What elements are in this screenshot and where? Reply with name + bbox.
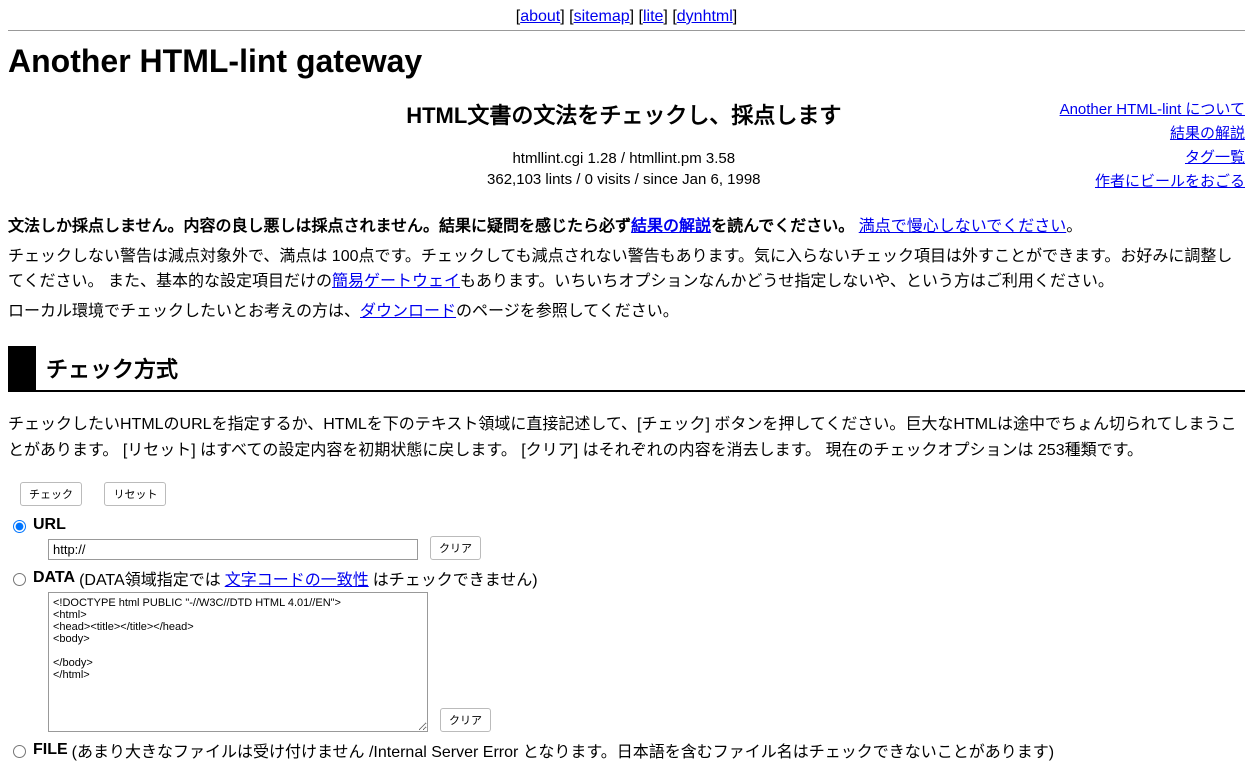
intro-p2b: もあります。いちいちオプションなんかどうせ指定しないや、という方はご利用ください… — [460, 273, 1114, 290]
intro-p3a: ローカル環境でチェックしたいとお考えの方は、 — [8, 303, 360, 320]
mode-data-note-a: (DATA領域指定では — [79, 566, 221, 590]
sidelink-beer[interactable]: 作者にビールをおごる — [1095, 173, 1245, 190]
url-input[interactable] — [48, 539, 418, 560]
intro-p1-link1[interactable]: 結果の解説 — [631, 218, 711, 235]
side-links: Another HTML-lint について 結果の解説 タグ一覧 作者にビール… — [1060, 98, 1245, 194]
intro-p1a: 文法しか採点しません。内容の良し悪しは採点されません。結果に疑問を感じたら必ず — [8, 218, 631, 235]
meta-version: htmllint.cgi 1.28 / htmllint.pm 3.58 — [188, 150, 1060, 167]
top-nav: [about] [sitemap] [lite] [dynhtml] — [8, 8, 1245, 26]
intro-p1b: を読んでください。 — [711, 218, 854, 235]
mode-file-note: (あまり大きなファイルは受け付けません /Internal Server Err… — [72, 738, 1054, 762]
nav-dynhtml-link[interactable]: dynhtml — [677, 8, 733, 25]
mode-url-label: URL — [33, 516, 66, 534]
mode-url-radio[interactable] — [13, 520, 26, 533]
sidelink-result-explain[interactable]: 結果の解説 — [1170, 125, 1245, 142]
intro-paragraph-1: 文法しか採点しません。内容の良し悪しは採点されません。結果に疑問を感じたら必ず結… — [8, 214, 1245, 240]
data-textarea[interactable] — [48, 592, 428, 732]
mode-file-radio[interactable] — [13, 745, 26, 758]
nav-sitemap-link[interactable]: sitemap — [574, 8, 630, 25]
intro-p3-link[interactable]: ダウンロード — [360, 303, 456, 320]
sidelink-tag-list[interactable]: タグ一覧 — [1185, 149, 1245, 166]
meta-stats: 362,103 lints / 0 visits / since Jan 6, … — [188, 171, 1060, 188]
section-header-title: チェック方式 — [36, 346, 1245, 390]
top-divider — [8, 30, 1245, 31]
intro-p3b: のページを参照してください。 — [456, 303, 679, 320]
intro-paragraph-3: ローカル環境でチェックしたいとお考えの方は、ダウンロードのページを参照してくださ… — [8, 299, 1245, 325]
intro-paragraph-2: チェックしない警告は減点対象外で、満点は 100点です。チェックしても減点されな… — [8, 244, 1245, 295]
tagline: HTML文書の文法をチェックし、採点します — [188, 98, 1060, 130]
nav-lite-link[interactable]: lite — [643, 8, 663, 25]
url-clear-button[interactable]: クリア — [430, 536, 481, 560]
check-button[interactable]: チェック — [20, 482, 82, 506]
mode-data-radio[interactable] — [13, 573, 26, 586]
intro-p1-link2[interactable]: 満点で慢心しないでください — [859, 218, 1067, 235]
mode-data-note-b: はチェックできません) — [373, 566, 538, 590]
reset-button[interactable]: リセット — [104, 482, 166, 506]
sidelink-about[interactable]: Another HTML-lint について — [1060, 101, 1245, 118]
section-header-check-method: チェック方式 — [8, 346, 1245, 392]
intro-p2-link[interactable]: 簡易ゲートウェイ — [332, 273, 460, 290]
nav-about-link[interactable]: about — [520, 8, 560, 25]
mode-data-label: DATA — [33, 569, 75, 587]
mode-file-label: FILE — [33, 741, 68, 759]
page-title: Another HTML-lint gateway — [8, 43, 1245, 80]
data-clear-button[interactable]: クリア — [440, 708, 491, 732]
section-check-method-desc: チェックしたいHTMLのURLを指定するか、HTMLを下のテキスト領域に直接記述… — [8, 412, 1245, 463]
intro-p1c: 。 — [1066, 218, 1082, 235]
mode-data-note-link[interactable]: 文字コードの一致性 — [225, 566, 369, 590]
